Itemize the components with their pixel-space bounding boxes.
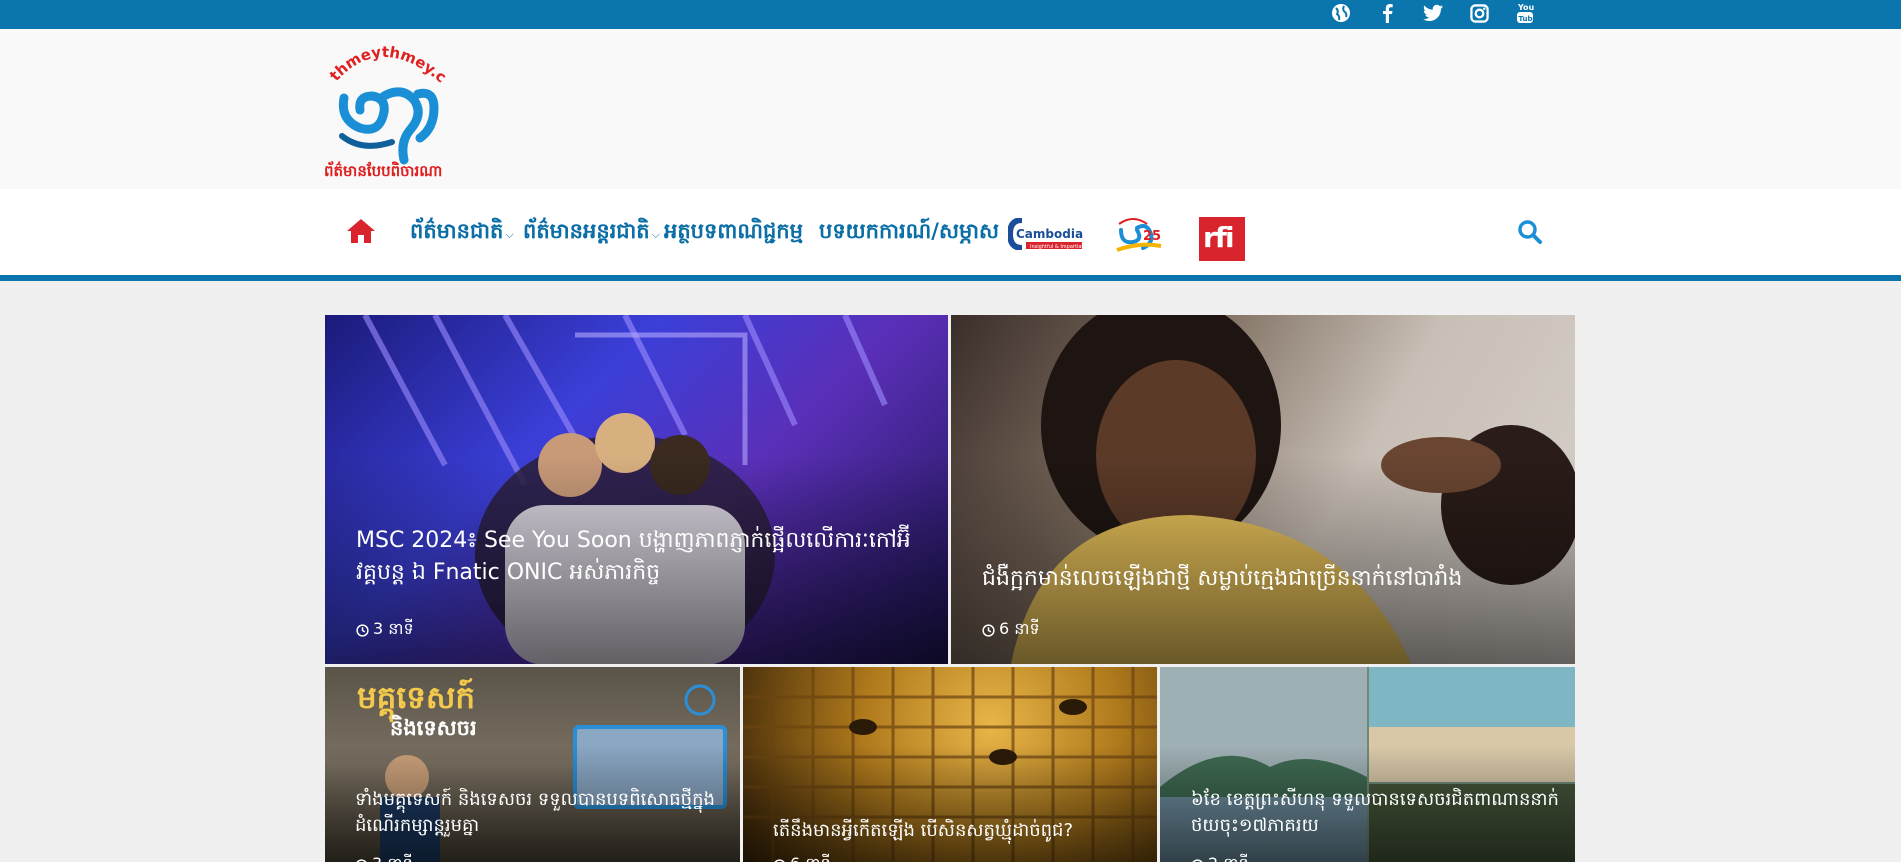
home-icon[interactable] [346, 218, 376, 244]
site-logo[interactable]: thmeythmey.com ព័ត៌មានបែបពិចារណា [314, 22, 454, 182]
article-title[interactable]: ៦ខែ ខេត្តព្រះសីហនុ ទទួលបានទេសចរជិតពាណានន… [1191, 787, 1566, 839]
cambodianess-logo[interactable]: Cambodianess Insightful & Impartial [1006, 217, 1114, 251]
article-time: 3 នាទី [356, 618, 414, 642]
article-card[interactable]: ៦ខែ ខេត្តព្រះសីហនុ ទទួលបានទេសចរជិតពាណានន… [1160, 667, 1575, 862]
nav-item-label: បទយកការណ៍/សម្ភាស [819, 219, 999, 243]
thmeythmey-25-logo[interactable]: 25 [1113, 214, 1163, 256]
article-time-label: 2 នាទី [1208, 853, 1249, 862]
top-bar: You Tube [0, 0, 1901, 29]
featured-article-card[interactable]: ជំងឺក្អកមាន់លេចឡើងជាថ្មី សម្លាប់ក្មេងជាច… [951, 315, 1575, 664]
article-card[interactable]: មគ្គុទេសក៍ និងទេសចរ ទាំងមគ្គុទេសក៍ និងទេ… [325, 667, 740, 862]
featured-article-card[interactable]: MSC 2024៖ See You Soon បង្ហាញភាពភ្ញាក់ផ្… [325, 315, 948, 664]
article-title[interactable]: ទាំងមគ្គុទេសក៍ និងទេសចរ ទទួលបានបទពិសោធថ្… [355, 787, 730, 839]
image-gradient [743, 745, 1157, 862]
article-title[interactable]: MSC 2024៖ See You Soon បង្ហាញភាពភ្ញាក់ផ្… [356, 525, 926, 589]
nav-item-label: ព័ត៌មានអន្តរជាតិ [523, 219, 650, 243]
clock-icon [982, 623, 995, 637]
cambodianess-tagline: Insightful & Impartial [1030, 244, 1083, 250]
nav-item-national-news[interactable]: ព័ត៌មានជាតិ ⌵ [410, 218, 514, 249]
rfi-label: rfi [1203, 221, 1235, 254]
rfi-logo[interactable]: rfi [1199, 217, 1245, 261]
facebook-icon[interactable] [1374, 1, 1400, 25]
nav-item-label: អត្ថបទពាណិជ្ជកម្ម [664, 219, 803, 243]
article-time-label: 6 នាទី [999, 619, 1040, 638]
youtube-icon[interactable]: You Tube [1512, 1, 1538, 25]
chevron-down-icon: ⌵ [651, 228, 660, 241]
twitter-icon[interactable] [1420, 1, 1446, 25]
article-time: 2 នាទី [1191, 853, 1249, 862]
clock-icon [1192, 858, 1203, 862]
svg-text:25: 25 [1143, 229, 1161, 244]
clock-icon [356, 858, 367, 862]
chevron-down-icon: ⌵ [505, 228, 514, 241]
article-title[interactable]: តើនឹងមានអ្វីកើតឡើង បើសិនសត្វឃ្មុំដាច់ពូជ… [773, 818, 1148, 844]
article-title[interactable]: ជំងឺក្អកមាន់លេចឡើងជាថ្មី សម្លាប់ក្មេងជាច… [982, 563, 1562, 595]
cambodianess-label: Cambodianess [1016, 227, 1084, 241]
clock-icon [774, 858, 785, 862]
article-time-label: 3 នាទី [372, 853, 413, 862]
clock-icon [356, 623, 369, 637]
article-time-label: 6 នាទី [790, 853, 831, 862]
instagram-icon[interactable] [1466, 1, 1492, 25]
image-gradient [951, 454, 1575, 664]
nav-item-international-news[interactable]: ព័ត៌មានអន្តរជាតិ ⌵ [523, 218, 660, 249]
svg-text:thmeythmey.com: thmeythmey.com [322, 36, 450, 86]
article-card[interactable]: តើនឹងមានអ្វីកើតឡើង បើសិនសត្វឃ្មុំដាច់ពូជ… [743, 667, 1157, 862]
svg-text:Tube: Tube [1519, 15, 1535, 23]
nav-item-business-articles[interactable]: អត្ថបទពាណិជ្ជកម្ម [664, 218, 803, 249]
article-time: 3 នាទី [355, 853, 413, 862]
globe-icon[interactable] [1328, 1, 1354, 25]
nav-divider [0, 275, 1901, 281]
site-header [0, 29, 1901, 189]
nav-item-reports-interviews[interactable]: បទយកការណ៍/សម្ភាស [819, 218, 999, 249]
article-time: 6 នាទី [982, 618, 1040, 642]
nav-item-label: ព័ត៌មានជាតិ [410, 219, 504, 243]
search-icon[interactable] [1517, 219, 1543, 245]
logo-tagline: ព័ត៌មានបែបពិចារណា [324, 161, 442, 180]
image-text: និងទេសចរ [390, 716, 477, 740]
svg-text:You: You [1517, 3, 1534, 12]
article-time-label: 3 នាទី [373, 619, 414, 638]
article-time: 6 នាទី [773, 853, 831, 862]
